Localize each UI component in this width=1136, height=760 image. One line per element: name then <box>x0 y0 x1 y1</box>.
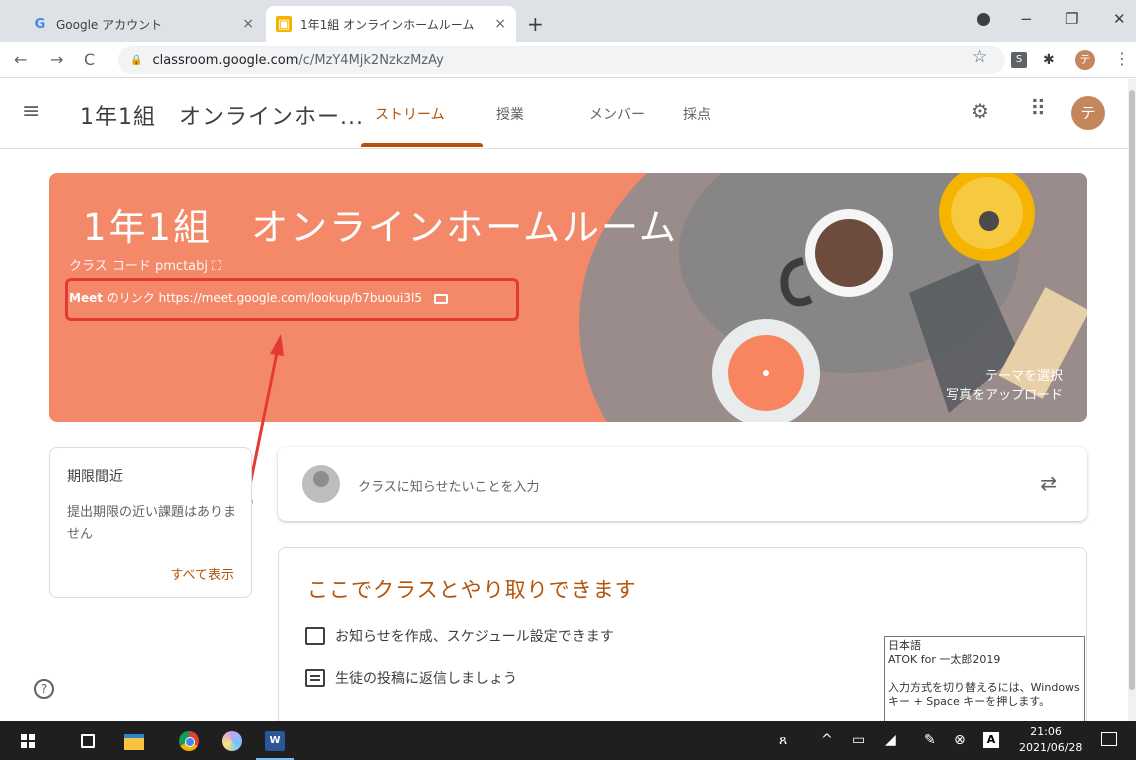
record-icon[interactable] <box>977 13 990 26</box>
tab-title: Google アカウント <box>56 17 163 32</box>
class-code-row: クラス コード pmctabj ⛶ <box>69 255 221 274</box>
extensions-puzzle-icon[interactable]: ✱ <box>1043 52 1059 68</box>
tab-close-icon[interactable]: × <box>242 16 254 32</box>
notification-center-icon[interactable] <box>1101 732 1117 746</box>
tab-google-account[interactable]: G Google アカウント × <box>22 6 264 42</box>
reload-button[interactable]: C <box>84 50 95 69</box>
browser-menu-icon[interactable]: ⋮ <box>1114 49 1130 68</box>
upload-photo-link[interactable]: 写真をアップロード <box>946 384 1063 403</box>
tab-stream[interactable]: ストリーム <box>375 104 445 124</box>
browser-toolbar: ← → C 🔒 classroom.google.com/c/MzY4Mjk2N… <box>0 42 1136 78</box>
class-code-value[interactable]: pmctabj <box>155 259 208 274</box>
scrollbar-thumb[interactable] <box>1129 90 1135 690</box>
ime-hint: 入力方式を切り替えるには、Windows キー + Space キーを押します。 <box>888 681 1080 708</box>
system-clock[interactable]: 21:06 2021/06/28 <box>1019 724 1083 756</box>
view-all-link[interactable]: すべて表示 <box>170 564 234 583</box>
tab-title: 1年1組 オンラインホームルーム <box>300 17 475 32</box>
repost-icon[interactable]: ⇄ <box>1040 471 1057 495</box>
tab-classroom[interactable]: ▣ 1年1組 オンラインホームルーム × <box>266 6 516 42</box>
list-item: お知らせを作成、スケジュール設定できます <box>305 626 614 646</box>
file-explorer-icon[interactable] <box>124 734 144 750</box>
settings-gear-icon[interactable]: ⚙ <box>971 99 989 123</box>
close-window-button[interactable]: ✕ <box>1113 10 1126 28</box>
new-tab-button[interactable]: + <box>527 12 544 36</box>
browser-profile-avatar[interactable]: テ <box>1075 50 1095 70</box>
user-avatar <box>302 465 340 503</box>
clock-time: 21:06 <box>1030 725 1062 738</box>
upcoming-empty-text: 提出期限の近い課題はありません <box>67 505 237 542</box>
maximize-button[interactable]: ❐ <box>1065 10 1078 28</box>
expand-code-icon[interactable]: ⛶ <box>212 259 221 274</box>
reply-icon <box>305 669 325 687</box>
chrome-canary-icon[interactable] <box>222 731 242 751</box>
ime-language: 日本語 <box>888 639 921 652</box>
help-icon[interactable]: ? <box>34 679 54 699</box>
bookmark-star-icon[interactable]: ☆ <box>972 47 987 67</box>
word-icon[interactable]: W <box>265 731 285 751</box>
clock-date: 2021/06/28 <box>1019 741 1083 754</box>
annotation-highlight-box <box>65 278 519 321</box>
classroom-header: ≡ 1年1組 オンラインホー... ストリーム 授業 メンバー 採点 ⚙ ⠿ テ <box>0 79 1128 149</box>
google-favicon-icon: G <box>34 16 46 32</box>
ime-tooltip: 日本語 ATOK for 一太郎2019 入力方式を切り替えるには、Window… <box>884 636 1085 726</box>
windows-start-icon[interactable] <box>21 734 35 748</box>
google-apps-icon[interactable]: ⠿ <box>1030 97 1046 122</box>
list-item-text: 生徒の投稿に返信しましょう <box>335 671 517 687</box>
url-path: /c/MzY4Mjk2NzkzMzAy <box>298 52 444 68</box>
main-menu-icon[interactable]: ≡ <box>22 99 40 124</box>
announcement-icon <box>305 627 325 645</box>
browser-tab-bar: G Google アカウント × ▣ 1年1組 オンラインホームルーム × + … <box>0 0 1136 42</box>
task-view-icon[interactable] <box>81 734 95 748</box>
pen-icon[interactable]: ✎ <box>924 732 936 748</box>
list-item: 生徒の投稿に返信しましょう <box>305 668 517 688</box>
url-host: classroom.google.com <box>152 52 299 68</box>
back-button[interactable]: ← <box>14 50 27 69</box>
address-bar[interactable]: 🔒 classroom.google.com/c/MzY4Mjk2NzkzMzA… <box>118 46 1005 74</box>
classroom-favicon-icon: ▣ <box>276 16 292 32</box>
account-avatar[interactable]: テ <box>1071 96 1105 130</box>
minimize-button[interactable]: − <box>1020 10 1033 28</box>
list-item-text: お知らせを作成、スケジュール設定できます <box>335 629 614 645</box>
announcement-composer[interactable]: クラスに知らせたいことを入力 ⇄ <box>278 447 1087 521</box>
ime-name: ATOK for 一太郎2019 <box>888 653 1001 666</box>
announcement-placeholder[interactable]: クラスに知らせたいことを入力 <box>358 476 539 495</box>
upcoming-title: 期限間近 <box>67 469 123 485</box>
tray-expand-icon[interactable]: ^ <box>821 732 833 748</box>
tab-people[interactable]: メンバー <box>589 104 645 124</box>
upcoming-card: 期限間近 提出期限の近い課題はありません すべて表示 <box>49 447 252 598</box>
lock-icon[interactable]: 🔒 <box>130 55 142 66</box>
forward-button[interactable]: → <box>50 50 63 69</box>
communicate-title: ここでクラスとやり取りできます <box>307 578 637 602</box>
active-tab-indicator <box>361 143 483 147</box>
volume-muted-icon[interactable]: ⊗ <box>954 732 966 748</box>
class-title[interactable]: 1年1組 オンラインホー... <box>80 99 364 131</box>
tab-grades[interactable]: 採点 <box>683 104 711 124</box>
tab-classwork[interactable]: 授業 <box>496 104 524 124</box>
chrome-icon[interactable] <box>179 731 199 751</box>
banner-class-title: 1年1組 オンラインホームルーム <box>83 206 678 249</box>
select-theme-link[interactable]: テーマを選択 <box>985 365 1063 384</box>
class-code-label: クラス コード <box>69 259 151 274</box>
windows-taskbar: W ጸ ^ ▭ ◢ ✎ ⊗ A 21:06 2021/06/28 <box>0 721 1136 760</box>
wifi-icon[interactable]: ◢ <box>885 732 896 748</box>
tab-close-icon[interactable]: × <box>494 16 506 32</box>
ime-mode-icon[interactable]: A <box>983 732 999 748</box>
people-icon[interactable]: ጸ <box>779 732 787 748</box>
extension-s-icon[interactable]: S <box>1011 52 1027 68</box>
network-icon[interactable]: ▭ <box>852 732 865 748</box>
